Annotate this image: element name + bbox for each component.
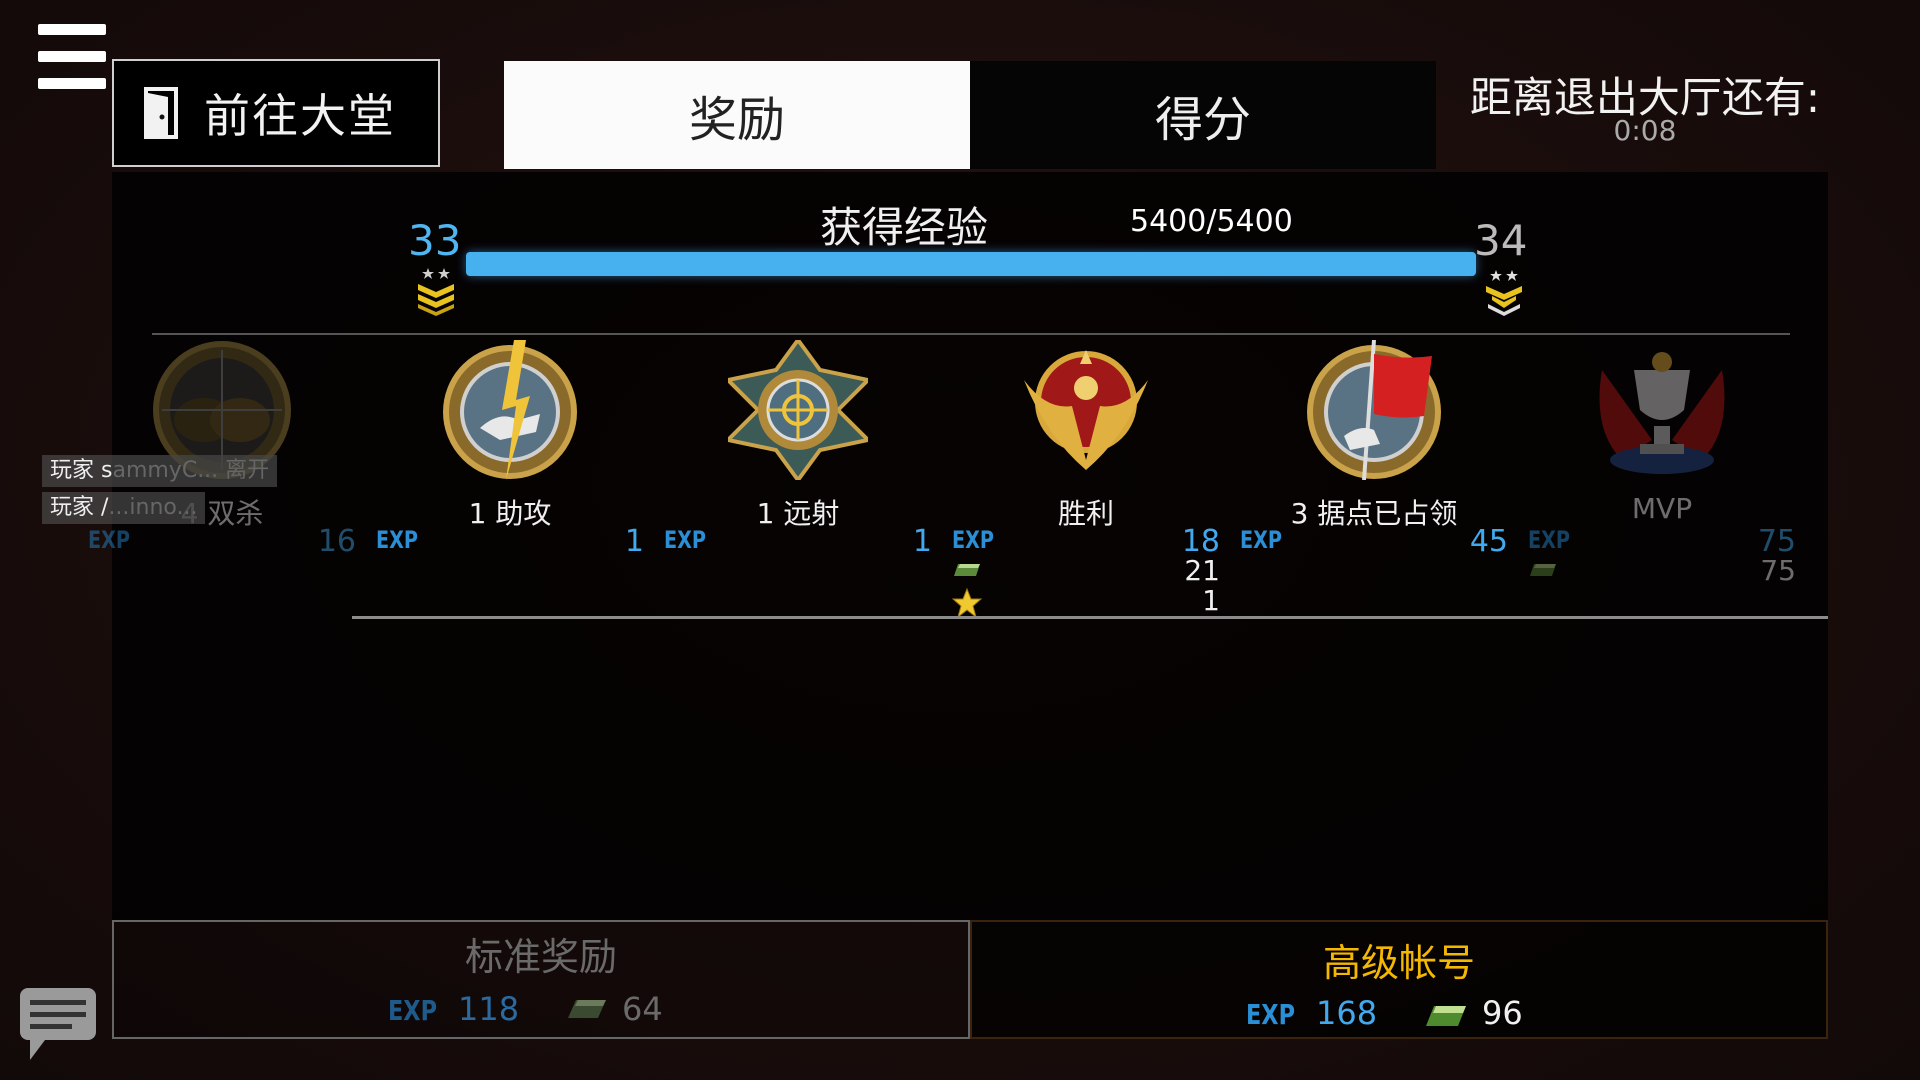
current-level: 33 (408, 216, 462, 265)
experience-title: 获得经验 (820, 203, 989, 252)
experience-progress-text: 5400/5400 (1130, 204, 1293, 239)
go-to-lobby-button[interactable]: 前往大堂 (112, 59, 440, 167)
crosshair-medal-icon (728, 340, 868, 480)
trophy-medal-icon (1599, 352, 1725, 474)
star-icon (952, 588, 982, 618)
medal-exp: 1 (624, 524, 644, 559)
eagle-medal-icon (1024, 350, 1148, 470)
exp-tag: EXP (664, 526, 706, 554)
medal-stars: 1 (1202, 584, 1220, 617)
standard-reward-exp: 118 (458, 990, 520, 1028)
medal-cash: 75 (1760, 554, 1796, 587)
flag-medal-icon (1307, 340, 1441, 480)
medal-label: MVP (1631, 492, 1693, 525)
medal-exp: 45 (1469, 524, 1508, 559)
medal-long-range: 1 远射 EXP 1 (654, 340, 942, 600)
exp-tag: EXP (1528, 526, 1570, 554)
notification-text: 玩家 / (50, 495, 109, 520)
cash-icon (954, 564, 980, 576)
medal-cash: 21 (1184, 554, 1220, 587)
tab-score[interactable]: 得分 (970, 61, 1436, 169)
menu-icon[interactable] (38, 24, 108, 90)
experience-bar-fill (466, 252, 1476, 276)
medal-exp: 1 (912, 524, 932, 559)
divider (152, 333, 1790, 335)
door-icon (144, 87, 178, 139)
medal-exp: 16 (317, 524, 356, 559)
exp-tag: EXP (1246, 998, 1295, 1031)
exp-tag: EXP (376, 526, 418, 554)
premium-account-cash: 96 (1482, 994, 1523, 1032)
exp-tag: EXP (388, 994, 437, 1027)
exp-tag: EXP (88, 526, 130, 554)
premium-account-title: 高级帐号 (1322, 941, 1475, 985)
medal-mvp: MVP EXP 75 75 (1518, 340, 1806, 600)
divider (352, 616, 1828, 619)
notification-faded-text: ...inno... (108, 495, 198, 520)
assist-medal-icon (443, 340, 577, 480)
exit-timer-value: 0:08 (1613, 114, 1677, 147)
rank-icon (1486, 270, 1522, 316)
medal-capture: 3 据点已占领 EXP 45 (1230, 340, 1518, 600)
notification-text: 玩家 s (50, 458, 113, 483)
rank-icon (418, 268, 454, 316)
player-notification: 玩家 sammyC... 离开 (42, 455, 278, 487)
player-notification: 玩家 /...inno... (42, 492, 206, 524)
cash-icon (568, 1000, 606, 1018)
notification-faded-text: ammyC... 离开 (112, 458, 270, 483)
premium-account-exp: 168 (1316, 994, 1378, 1032)
tab-rewards[interactable]: 奖励 (504, 61, 970, 169)
chat-icon[interactable] (18, 986, 98, 1062)
medal-assist: 1 助攻 EXP 1 (366, 340, 654, 600)
cash-icon (1530, 564, 1556, 576)
standard-reward-cash: 64 (622, 990, 663, 1028)
next-level: 34 (1474, 216, 1528, 265)
standard-reward-title: 标准奖励 (464, 935, 617, 979)
exp-tag: EXP (1240, 526, 1282, 554)
cash-icon (1426, 1006, 1466, 1026)
medal-victory: 胜利 EXP 18 21 1 (942, 340, 1230, 618)
go-to-lobby-label: 前往大堂 (204, 89, 396, 143)
exp-tag: EXP (952, 526, 994, 554)
